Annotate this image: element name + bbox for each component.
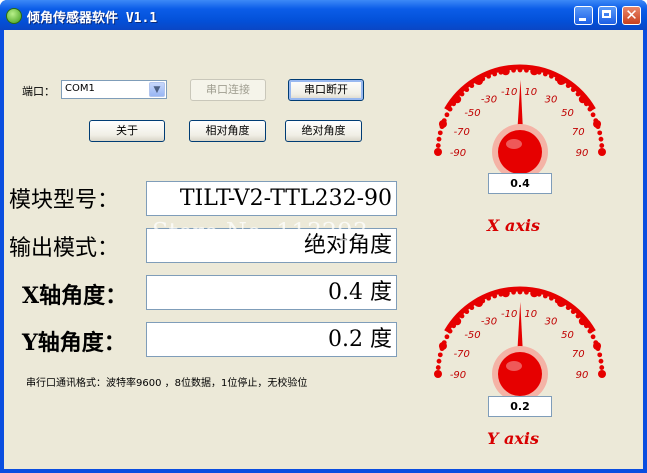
gauge-scale-dot xyxy=(598,358,604,364)
port-select-value: COM1 xyxy=(65,83,95,94)
app-icon xyxy=(6,8,22,24)
gauge-tick-label: 10 xyxy=(524,309,537,320)
gauge-major-tick xyxy=(501,289,510,298)
gauge-major-tick xyxy=(530,67,539,76)
x-axis-label: X axis xyxy=(487,216,540,235)
maximize-button[interactable] xyxy=(598,6,617,25)
gauge-major-tick xyxy=(598,370,606,378)
y-angle-field: 0.2 度 xyxy=(146,322,397,357)
gauge-tick-label: -50 xyxy=(464,108,480,119)
gauge-major-tick xyxy=(434,370,442,378)
model-field: TILT-V2-TTL232-90 xyxy=(146,181,397,216)
gauge-scale-dot xyxy=(435,143,441,148)
gauge-hub-shine xyxy=(506,139,522,149)
mode-label: 输出模式： xyxy=(9,236,120,261)
x-readout: 0.4 xyxy=(488,173,552,194)
absolute-angle-button[interactable]: 绝对角度 xyxy=(285,120,362,142)
gauge-scale-dot xyxy=(599,143,605,148)
gauge-tick-label: -10 xyxy=(501,87,517,98)
window-title: 倾角传感器软件 V1.1 xyxy=(27,11,158,26)
gauge-major-tick xyxy=(438,119,447,128)
gauge-tick-label: -90 xyxy=(450,370,466,381)
gauge-scale-dot xyxy=(437,352,443,358)
y-axis-gauge: -90 -70 -50-30 -10 10 3050 70 90 xyxy=(434,286,606,400)
gauge-tick-label: 70 xyxy=(572,349,585,360)
y-axis-label: Y axis xyxy=(487,429,539,448)
gauge-tick-label: 10 xyxy=(524,87,537,98)
gauge-scale-dot xyxy=(590,334,596,340)
gauge-scale-dot xyxy=(435,365,441,370)
gauge-tick-label: -70 xyxy=(454,127,470,138)
y-readout: 0.2 xyxy=(488,396,552,417)
chevron-down-icon[interactable]: ▼ xyxy=(149,82,165,97)
gauge-tick-label: -30 xyxy=(481,316,497,327)
mode-field: 绝对角度 xyxy=(146,228,397,263)
gauge-major-tick xyxy=(434,148,442,156)
gauge-scale-dot xyxy=(598,136,604,142)
x-angle-label: X轴角度： xyxy=(22,283,128,309)
gauge-major-tick xyxy=(578,95,587,104)
gauge-scale-dot xyxy=(437,130,443,136)
title-bar[interactable]: 倾角传感器软件 V1.1 ✕ xyxy=(0,0,647,30)
gauge-tick-label: 30 xyxy=(545,94,558,105)
gauge-scale-dot xyxy=(436,136,442,142)
gauge-hub xyxy=(498,352,542,396)
app-window: 倾角传感器软件 V1.1 ✕ 端口： COM1 ▼ 串口连接 串口断开 关于 相… xyxy=(0,0,647,473)
port-select[interactable]: COM1 ▼ xyxy=(61,80,167,99)
gauge-scale-dot xyxy=(436,358,442,364)
gauge-major-tick xyxy=(475,76,483,85)
gauge-major-tick xyxy=(593,341,602,350)
minimize-button[interactable] xyxy=(574,6,593,25)
gauge-tick-label: 50 xyxy=(561,330,574,341)
gauge-tick-label: -70 xyxy=(454,349,470,360)
serial-format-note: 串行口通讯格式：波特率9600 ，8位数据，1位停止，无校验位 xyxy=(26,378,308,389)
gauge-major-tick xyxy=(557,298,565,307)
gauge-tick-label: -10 xyxy=(501,309,517,320)
gauge-major-tick xyxy=(453,95,462,104)
gauge-major-tick xyxy=(501,67,510,76)
y-angle-label: Y轴角度： xyxy=(22,330,126,356)
gauge-scale-dot xyxy=(590,112,596,118)
gauge-tick-label: -30 xyxy=(481,94,497,105)
disconnect-button[interactable]: 串口断开 xyxy=(288,79,364,101)
gauge-tick-label: 30 xyxy=(545,316,558,327)
gauge-major-tick xyxy=(438,341,447,350)
gauge-major-tick xyxy=(530,289,539,298)
model-label: 模块型号： xyxy=(9,188,120,213)
port-label: 端口： xyxy=(22,85,55,98)
gauge-tick-label: 90 xyxy=(576,370,589,381)
gauge-major-tick xyxy=(593,119,602,128)
connect-button[interactable]: 串口连接 xyxy=(190,79,266,101)
close-button[interactable]: ✕ xyxy=(622,6,641,25)
gauge-scale-dot xyxy=(444,112,450,118)
close-icon: ✕ xyxy=(625,6,638,24)
gauge-major-tick xyxy=(557,76,565,85)
gauge-tick-label: 70 xyxy=(572,127,585,138)
gauge-major-tick xyxy=(475,298,483,307)
gauge-scale-dot xyxy=(597,352,603,358)
gauge-major-tick xyxy=(598,148,606,156)
about-button[interactable]: 关于 xyxy=(89,120,165,142)
gauge-tick-label: -50 xyxy=(464,330,480,341)
gauge-major-tick xyxy=(578,317,587,326)
gauge-scale-dot xyxy=(599,365,605,370)
gauge-hub xyxy=(498,130,542,174)
gauge-scale-dot xyxy=(444,334,450,340)
x-axis-gauge: -90 -70 -50-30 -10 10 3050 70 90 xyxy=(434,64,606,178)
gauge-major-tick xyxy=(453,317,462,326)
gauge-scale-dot xyxy=(597,130,603,136)
gauge-tick-label: 50 xyxy=(561,108,574,119)
gauge-tick-label: 90 xyxy=(576,148,589,159)
gauge-tick-label: -90 xyxy=(450,148,466,159)
x-angle-field: 0.4 度 xyxy=(146,275,397,310)
relative-angle-button[interactable]: 相对角度 xyxy=(189,120,266,142)
client-area: 端口： COM1 ▼ 串口连接 串口断开 关于 相对角度 绝对角度 模块型号： … xyxy=(4,30,643,469)
gauge-hub-shine xyxy=(506,361,522,371)
